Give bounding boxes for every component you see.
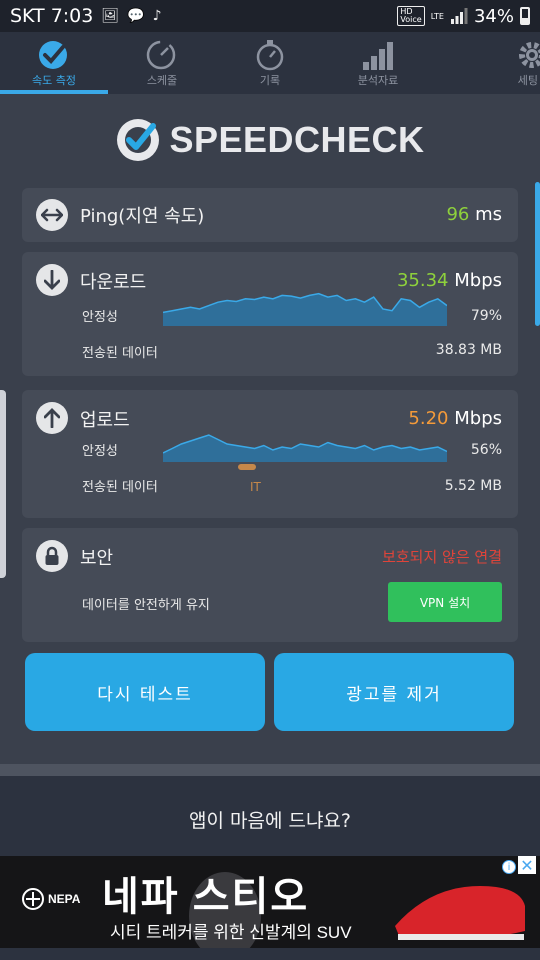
ping-card: Ping(지연 속도) 96 ms [22, 188, 518, 242]
download-stability-label: 안정성 [82, 310, 118, 325]
lock-icon [36, 540, 68, 572]
vpn-install-button[interactable]: VPN 설치 [388, 582, 502, 622]
status-left: SKT 7:03 🖼 💬 ♪ [10, 5, 162, 27]
server-flag-icon [238, 464, 256, 470]
ad-brand-logo: NEPA [22, 888, 80, 910]
upload-label: 업로드 [80, 410, 130, 431]
upload-card: 업로드 5.20 Mbps 안정성 56% IT 전송된 데이터 5.52 MB [22, 390, 518, 518]
brand-header: SPEEDCHECK [0, 110, 540, 170]
download-stability-graph [163, 292, 447, 326]
gallery-icon: 🖼 [101, 8, 120, 24]
talk-icon: 💬 [127, 8, 145, 24]
battery-percent: 34% [473, 5, 514, 27]
upload-arrow-icon [36, 402, 68, 434]
remove-ads-button[interactable]: 광고를 제거 [274, 653, 514, 731]
ping-arrows-icon [36, 199, 68, 231]
download-card: 다운로드 35.34 Mbps 안정성 79% 전송된 데이터 38.83 MB [22, 252, 518, 376]
upload-stability-graph [163, 434, 447, 462]
tab-settings[interactable]: 세팅 [432, 32, 540, 94]
bottom-strip [0, 948, 540, 960]
carrier-time: SKT 7:03 [10, 5, 94, 27]
tab-schedule[interactable]: 스케줄 [108, 32, 216, 94]
signal-icon [450, 8, 468, 24]
ping-value: 96 ms [446, 204, 502, 225]
ad-close-icon[interactable]: ✕ [518, 856, 536, 875]
download-speed: 35.34 Mbps [396, 270, 502, 291]
stability-area [163, 293, 447, 326]
hd-voice-icon: HD Voice [397, 6, 425, 26]
download-label: 다운로드 [80, 272, 147, 293]
upload-speed: 5.20 Mbps [408, 408, 502, 429]
top-tab-bar: 속도 측정 스케줄 기록 분석자료 세팅 [0, 32, 540, 94]
server-code: IT [250, 480, 261, 494]
nepa-emblem-icon [22, 888, 44, 910]
upload-stability-value: 56% [470, 442, 502, 458]
scrollbar[interactable] [535, 182, 540, 326]
side-panel-handle[interactable] [0, 390, 6, 578]
stopwatch-icon [252, 38, 288, 72]
download-data-value: 38.83 MB [435, 342, 502, 358]
download-data-label: 전송된 데이터 [82, 346, 158, 361]
speedcheck-logo-icon [117, 119, 160, 161]
ping-label: Ping(지연 속도) [80, 206, 205, 227]
upload-data-label: 전송된 데이터 [82, 480, 158, 495]
bar-chart-icon [360, 38, 396, 72]
download-arrow-icon [36, 264, 68, 296]
security-card: 보안 보호되지 않은 연결 데이터를 안전하게 유지 VPN 설치 [22, 528, 518, 642]
brand-name: SPEEDCHECK [169, 119, 425, 160]
lte-icon: LTE [430, 11, 444, 21]
tab-analytics[interactable]: 분석자료 [324, 32, 432, 94]
rate-prompt[interactable]: 앱이 마음에 드냐요? [0, 806, 540, 833]
retest-button[interactable]: 다시 테스트 [25, 653, 265, 731]
security-label: 보안 [80, 548, 114, 569]
security-status: 보호되지 않은 연결 [382, 548, 502, 566]
section-divider [0, 764, 540, 776]
tab-history[interactable]: 기록 [216, 32, 324, 94]
ad-banner[interactable]: NEPA 네파 스티오 시티 트레커를 위한 신발계의 SUV i ✕ [0, 856, 540, 948]
battery-icon [520, 7, 530, 25]
status-bar: SKT 7:03 🖼 💬 ♪ HD Voice LTE 34% [0, 0, 540, 32]
scheduler-dial-icon [144, 38, 180, 72]
ad-headline: 네파 스티오 [102, 875, 310, 919]
download-stability-value: 79% [470, 308, 502, 324]
security-description: 데이터를 안전하게 유지 [82, 598, 210, 613]
upload-data-value: 5.52 MB [444, 478, 502, 494]
tab-speed-test[interactable]: 속도 측정 [0, 32, 108, 94]
upload-stability-label: 안정성 [82, 444, 118, 459]
status-right: HD Voice LTE 34% [397, 6, 530, 27]
speedometer-check-icon [36, 38, 72, 72]
ad-info-icon[interactable]: i [502, 860, 516, 874]
ad-subline: 시티 트레커를 위한 신발계의 SUV [110, 923, 352, 942]
gear-icon [510, 38, 540, 72]
music-note-icon: ♪ [152, 8, 162, 24]
